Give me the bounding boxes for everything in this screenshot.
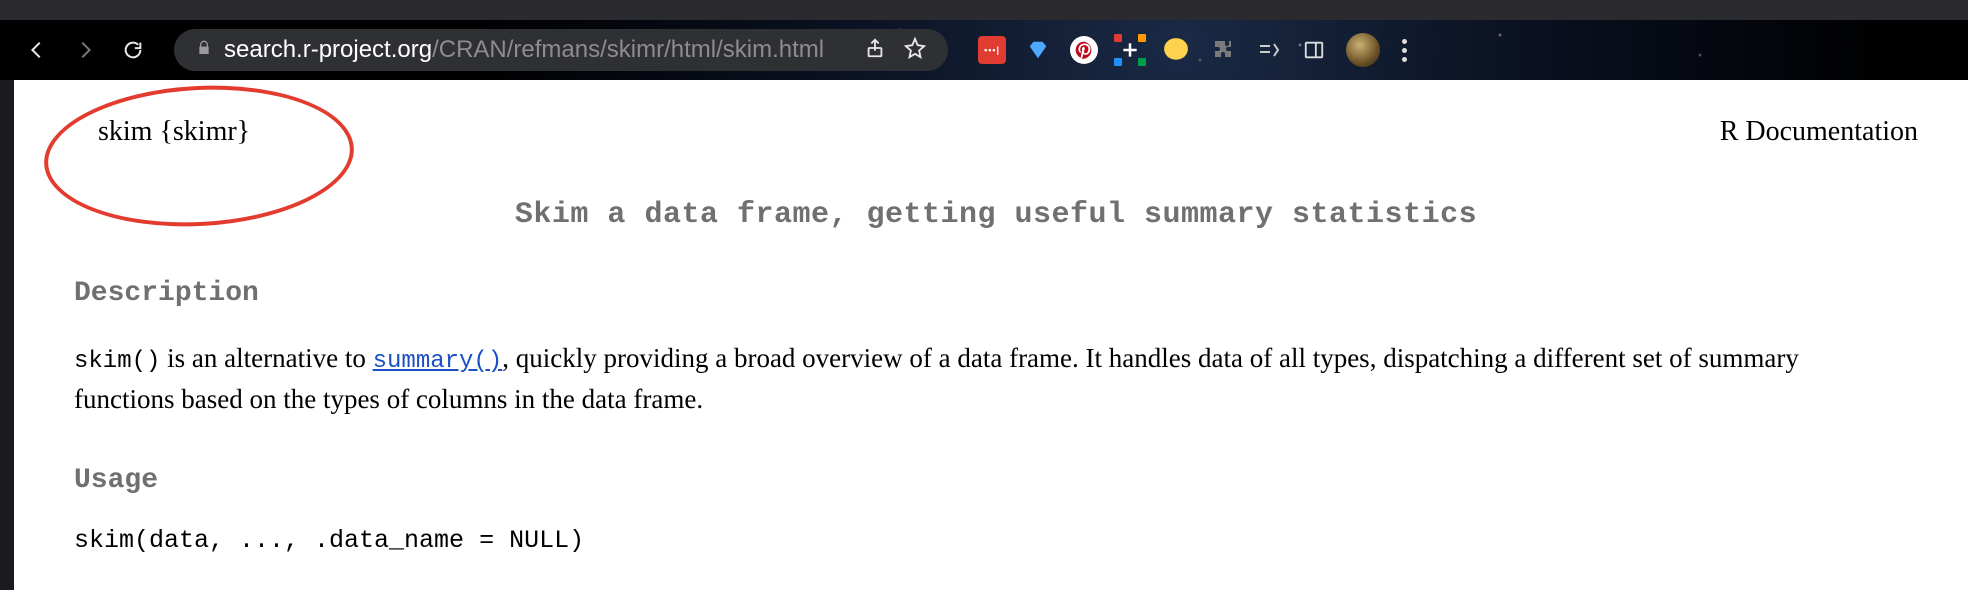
system-menu-bar xyxy=(0,0,1968,20)
url-text: search.r-project.org/CRAN/refmans/skimr/… xyxy=(224,36,824,64)
r-documentation-label: R Documentation xyxy=(1720,116,1918,148)
extension-gem-icon[interactable] xyxy=(1024,36,1052,64)
back-button[interactable] xyxy=(20,33,54,67)
extension-puzzle-icon[interactable] xyxy=(1208,36,1236,64)
page-title: Skim a data frame, getting useful summar… xyxy=(74,198,1918,232)
lock-icon xyxy=(196,40,224,61)
browser-toolbar: search.r-project.org/CRAN/refmans/skimr/… xyxy=(0,20,1968,80)
url-host: search.r-project.org xyxy=(224,36,432,63)
forward-button[interactable] xyxy=(68,33,102,67)
description-paragraph: skim() is an alternative to summary(), q… xyxy=(74,339,1854,419)
link-summary[interactable]: summary() xyxy=(373,348,503,375)
address-bar[interactable]: search.r-project.org/CRAN/refmans/skimr/… xyxy=(174,29,948,71)
bookmark-star-icon[interactable] xyxy=(904,37,926,64)
extension-pinterest-icon[interactable] xyxy=(1070,36,1098,64)
extension-lastpass-icon[interactable]: •••| xyxy=(978,36,1006,64)
extension-smile-icon[interactable] xyxy=(1162,36,1190,64)
profile-avatar[interactable] xyxy=(1346,33,1380,67)
extensions-area: •••| xyxy=(978,33,1407,67)
page-content: skim {skimr} R Documentation Skim a data… xyxy=(0,80,1968,590)
extension-plus-icon[interactable] xyxy=(1116,36,1144,64)
code-skim: skim() xyxy=(74,348,160,375)
section-usage-heading: Usage xyxy=(74,465,1918,496)
media-control-icon[interactable] xyxy=(1254,36,1282,64)
sidepanel-icon[interactable] xyxy=(1300,36,1328,64)
section-description-heading: Description xyxy=(74,278,1918,309)
share-icon[interactable] xyxy=(864,37,886,64)
url-path: /CRAN/refmans/skimr/html/skim.html xyxy=(432,36,824,63)
browser-menu-icon[interactable] xyxy=(1402,39,1407,62)
function-header: skim {skimr} xyxy=(98,116,250,148)
reload-button[interactable] xyxy=(116,33,150,67)
usage-code: skim(data, ..., .data_name = NULL) xyxy=(74,526,1918,555)
